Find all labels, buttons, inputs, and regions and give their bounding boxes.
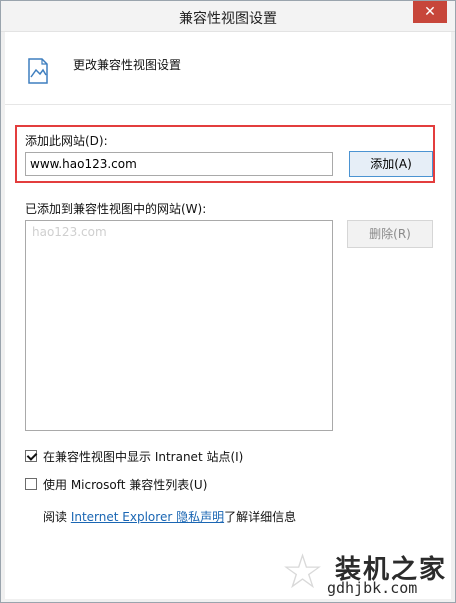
close-button[interactable]: ✕ (413, 1, 447, 23)
privacy-link[interactable]: Internet Explorer 隐私声明 (71, 510, 224, 524)
privacy-prefix: 阅读 (43, 510, 71, 524)
show-intranet-checkbox[interactable] (25, 450, 37, 462)
show-intranet-label: 在兼容性视图中显示 Intranet 站点(I) (43, 449, 244, 464)
header-text: 更改兼容性视图设置 (73, 58, 182, 72)
title-bar[interactable]: 兼容性视图设置 ✕ (1, 1, 455, 32)
show-intranet-option[interactable]: 在兼容性视图中显示 Intranet 站点(I) (25, 448, 243, 464)
add-button[interactable]: 添加(A) (349, 151, 433, 177)
list-item[interactable]: hao123.com (32, 225, 107, 239)
close-icon: ✕ (424, 4, 436, 20)
use-ms-list-option[interactable]: 使用 Microsoft 兼容性列表(U) (25, 476, 207, 492)
watermark: ☆ 装机之家 gdhjbk.com (281, 547, 451, 597)
remove-button[interactable]: 删除(R) (347, 220, 433, 248)
watermark-english: gdhjbk.com (327, 579, 418, 597)
added-sites-label: 已添加到兼容性视图中的网站(W): (25, 202, 207, 216)
added-sites-list[interactable]: hao123.com (25, 220, 333, 431)
add-site-section: 添加此网站(D): 添加(A) (15, 125, 435, 183)
use-ms-list-checkbox[interactable] (25, 478, 37, 490)
privacy-suffix: 了解详细信息 (224, 510, 297, 524)
privacy-notice: 阅读 Internet Explorer 隐私声明了解详细信息 (43, 508, 296, 525)
window-title: 兼容性视图设置 (179, 11, 277, 27)
header-separator (5, 104, 451, 105)
dialog-content: 更改兼容性视图设置 添加此网站(D): 添加(A) 已添加到兼容性视图中的网站(… (5, 32, 451, 599)
add-site-input[interactable] (25, 152, 333, 176)
add-site-label: 添加此网站(D): (25, 134, 108, 148)
dialog-window: 兼容性视图设置 ✕ 更改兼容性视图设置 添加此网站(D): 添加(A) 已添加到… (0, 0, 456, 603)
page-icon (28, 58, 48, 84)
use-ms-list-label: 使用 Microsoft 兼容性列表(U) (43, 477, 208, 492)
